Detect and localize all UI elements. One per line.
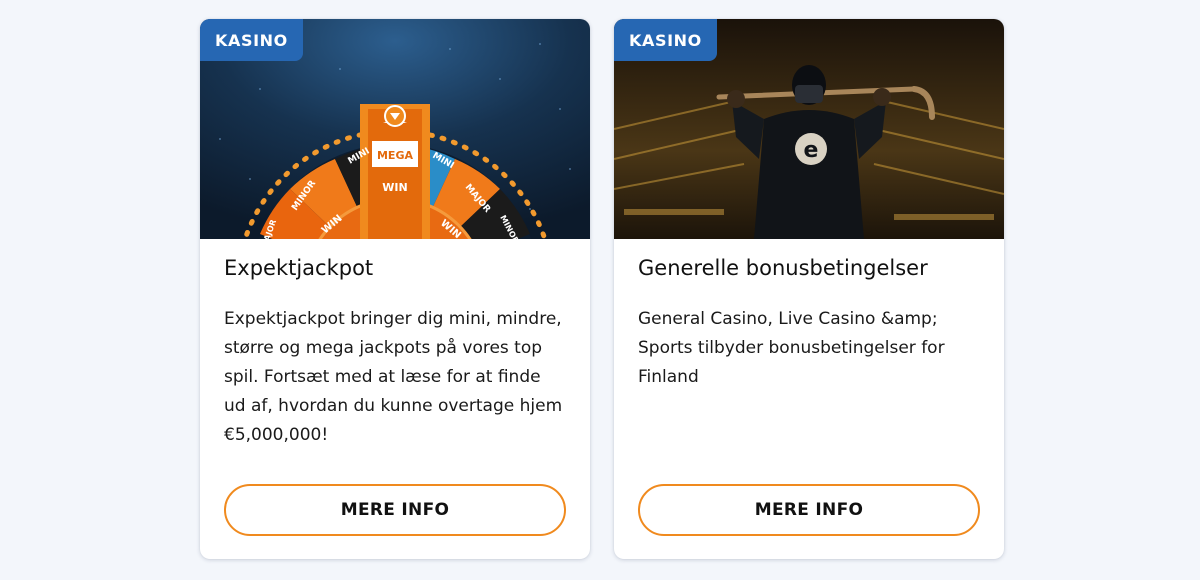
mega-label: MEGA: [377, 149, 413, 162]
promo-card-expektjackpot: MEGA WIN MINI MINI MINOR MAJOR MAJOR MIN…: [200, 19, 590, 559]
jersey-logo: e: [804, 138, 819, 163]
win-label: WIN: [382, 181, 407, 194]
more-info-button[interactable]: MERE INFO: [638, 484, 980, 536]
card-description: Expektjackpot bringer dig mini, mindre, …: [224, 309, 563, 445]
category-badge: KASINO: [200, 19, 303, 61]
card-description: General Casino, Live Casino &amp; Sports…: [638, 309, 945, 387]
card-title: Expektjackpot: [224, 256, 374, 280]
more-info-button[interactable]: MERE INFO: [224, 484, 566, 536]
category-badge: KASINO: [614, 19, 717, 61]
card-title: Generelle bonusbetingelser: [638, 256, 928, 280]
promo-card-bonus-terms: e KASINO Generelle bonusbetingelser Gene…: [614, 19, 1004, 559]
